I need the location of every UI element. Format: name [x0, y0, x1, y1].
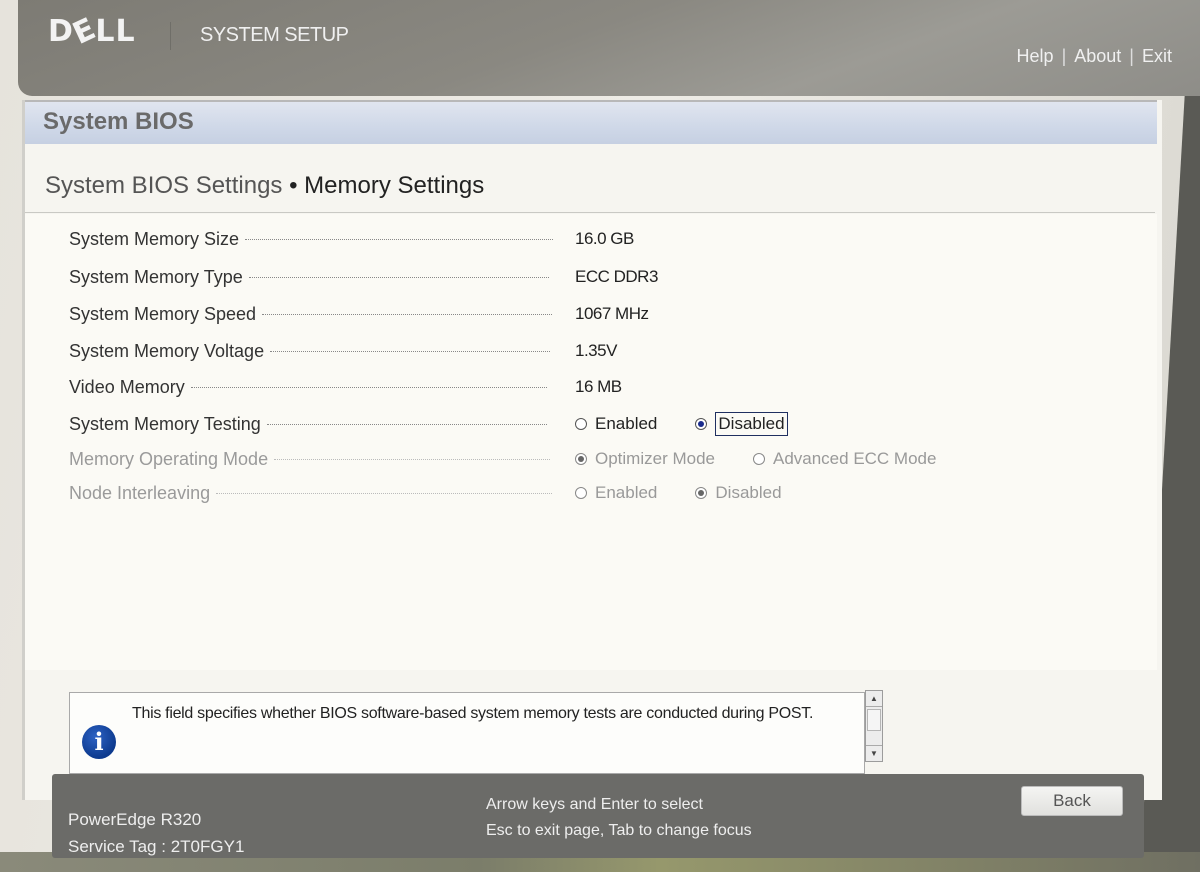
keyboard-hints: Arrow keys and Enter to select Esc to ex…: [486, 792, 752, 844]
radio-group-memory-testing: Enabled Disabled: [575, 412, 826, 436]
service-tag: Service Tag : 2T0FGY1: [68, 833, 244, 860]
setting-label: System Memory Speed: [69, 303, 257, 324]
dell-logo: DELL: [48, 11, 136, 52]
hint-line: Esc to exit page, Tab to change focus: [486, 822, 752, 839]
radio-button: [752, 453, 765, 465]
setting-value: 1067 MHz: [575, 304, 649, 323]
help-box: i This field specifies whether BIOS soft…: [69, 692, 865, 774]
section-header: System BIOS: [25, 100, 1157, 144]
setting-row-memory-voltage: System Memory Voltage 1.35V: [69, 338, 1069, 364]
service-tag-label: Service Tag :: [68, 837, 166, 856]
radio-button-selected: [575, 453, 587, 465]
setting-label: System Memory Size: [69, 228, 240, 249]
radio-button: [575, 487, 587, 499]
radio-label: Advanced ECC Mode: [772, 449, 937, 468]
radio-option-enabled: Enabled: [575, 483, 657, 503]
radio-option-disabled[interactable]: Disabled: [695, 412, 788, 436]
model-name: PowerEdge R320: [68, 810, 202, 829]
setting-row-memory-testing: System Memory Testing Enabled Disabled: [69, 411, 1069, 437]
setting-value: 16.0 GB: [575, 229, 634, 248]
radio-option-advanced-ecc-mode: Advanced ECC Mode: [752, 449, 937, 469]
header-divider: [170, 22, 171, 50]
radio-option-optimizer-mode: Optimizer Mode: [575, 449, 715, 469]
app-header: DELL SYSTEM SETUP Help | About | Exit: [18, 0, 1200, 96]
setting-row-node-interleaving: Node Interleaving Enabled Disabled: [69, 480, 1069, 506]
hint-line: Arrow keys and Enter to select: [486, 796, 703, 813]
main-panel: System BIOS System BIOS Settings • Memor…: [22, 100, 1162, 800]
header-links: Help | About | Exit: [1017, 46, 1172, 67]
radio-label: Optimizer Mode: [595, 449, 715, 468]
scroll-down-arrow-icon[interactable]: ▼: [866, 745, 882, 761]
radio-label: Enabled: [595, 414, 658, 433]
radio-option-disabled: Disabled: [695, 483, 782, 503]
help-link[interactable]: Help: [1017, 46, 1054, 67]
setting-label: System Memory Voltage: [69, 340, 265, 361]
setting-label: System Memory Type: [69, 266, 243, 287]
radio-button-selected[interactable]: [695, 418, 708, 430]
service-tag-value: 2T0FGY1: [170, 837, 245, 856]
radio-label-focused: Disabled: [715, 412, 788, 436]
setting-row-memory-size: System Memory Size 16.0 GB: [69, 226, 1069, 252]
setting-row-memory-operating-mode: Memory Operating Mode Optimizer Mode Adv…: [69, 446, 1069, 472]
dotted-leader: [248, 276, 549, 278]
info-icon: i: [82, 725, 116, 759]
radio-button-selected: [695, 487, 708, 499]
footer-bar: PowerEdge R320 Service Tag : 2T0FGY1 Arr…: [52, 774, 1144, 858]
setting-label: Memory Operating Mode: [69, 448, 269, 469]
setting-label: Video Memory: [69, 376, 185, 397]
setting-row-video-memory: Video Memory 16 MB: [69, 374, 1069, 400]
radio-group-memory-operating-mode: Optimizer Mode Advanced ECC Mode: [575, 449, 974, 469]
setting-row-memory-type: System Memory Type ECC DDR3: [69, 264, 1069, 290]
radio-option-enabled[interactable]: Enabled: [575, 414, 657, 434]
page-title: System BIOS Settings • Memory Settings: [45, 172, 484, 200]
help-scrollbar[interactable]: ▲ ▼: [865, 690, 883, 762]
breadcrumb-current: Memory Settings: [304, 172, 485, 199]
link-separator: |: [1061, 46, 1067, 66]
dotted-leader: [245, 238, 554, 240]
breadcrumb-parent: System BIOS Settings: [45, 172, 283, 199]
exit-link[interactable]: Exit: [1142, 46, 1172, 67]
dotted-leader: [190, 386, 547, 388]
dotted-leader: [274, 458, 551, 460]
dotted-leader: [266, 423, 547, 425]
dotted-leader: [270, 350, 551, 352]
setting-label: System Memory Testing: [69, 413, 261, 434]
section-title: System BIOS: [43, 108, 194, 135]
radio-button[interactable]: [575, 418, 587, 430]
scrollbar-thumb[interactable]: [867, 709, 881, 731]
scroll-up-arrow-icon[interactable]: ▲: [866, 691, 882, 707]
radio-label: Disabled: [715, 483, 782, 502]
title-divider: [25, 212, 1155, 213]
radio-group-node-interleaving: Enabled Disabled: [575, 483, 820, 503]
back-button[interactable]: Back: [1021, 786, 1123, 816]
link-separator: |: [1129, 46, 1134, 66]
system-info: PowerEdge R320 Service Tag : 2T0FGY1: [68, 806, 244, 860]
dotted-leader: [216, 492, 553, 494]
about-link[interactable]: About: [1074, 46, 1121, 67]
setting-row-memory-speed: System Memory Speed 1067 MHz: [69, 301, 1069, 327]
breadcrumb-separator: •: [289, 172, 298, 199]
setting-label: Node Interleaving: [69, 482, 211, 503]
setting-value: 16 MB: [575, 377, 622, 396]
radio-label: Enabled: [595, 483, 658, 502]
setting-value: 1.35V: [575, 341, 617, 360]
help-text: This field specifies whether BIOS softwa…: [132, 705, 814, 722]
setting-value: ECC DDR3: [575, 267, 658, 286]
app-title: SYSTEM SETUP: [200, 24, 349, 46]
dotted-leader: [262, 313, 553, 315]
